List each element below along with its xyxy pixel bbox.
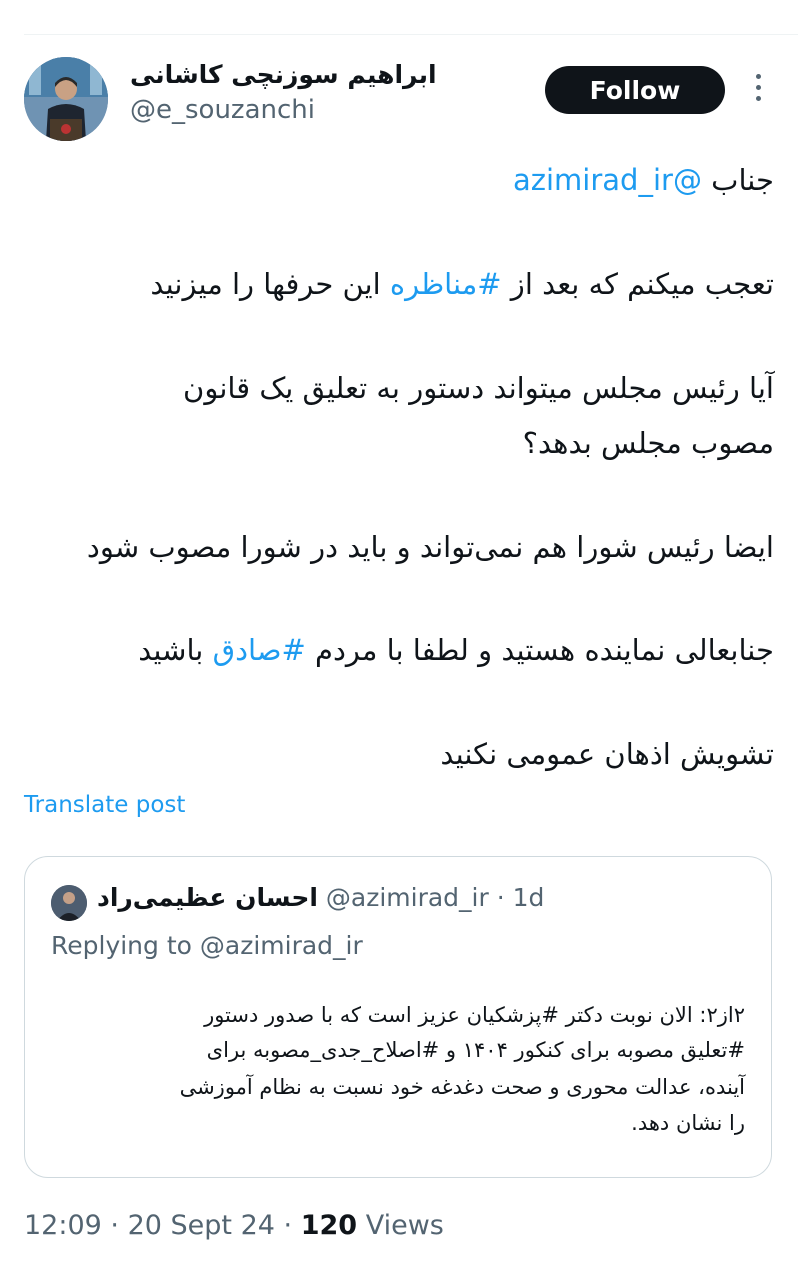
quoted-text-line-3: آینده، عدالت محوری و صحت دغدغه خود نسبت … bbox=[179, 1075, 745, 1099]
author-handle[interactable]: @e_souzanchi bbox=[130, 92, 437, 128]
mention-link[interactable]: @azimirad_ir bbox=[513, 163, 702, 197]
separator-dot: · bbox=[496, 883, 505, 912]
tweet-line-4: مصوب مجلس بدهد؟ bbox=[522, 426, 774, 460]
hashtag-link[interactable]: #صادق bbox=[213, 633, 306, 667]
author-name-block: ابراهیم سوزنچی کاشانی @e_souzanchi bbox=[130, 58, 437, 128]
tweet-line-2: تعجب میکنم که بعد از #مناظره این حرفها ر… bbox=[150, 264, 774, 304]
quoted-text-line-2: #تعلیق مصوبه برای کنکور ۱۴۰۴ و #اصلاح_جد… bbox=[206, 1038, 745, 1062]
quoted-display-name[interactable]: احسان عظیمی‌راد bbox=[97, 883, 318, 912]
tweet-text: تعجب میکنم که بعد از bbox=[501, 267, 774, 301]
replying-handle[interactable]: @azimirad_ir bbox=[200, 931, 363, 960]
tweet-line-5: ایضا رئیس شورا هم نمی‌تواند و باید در شو… bbox=[86, 530, 774, 564]
quoted-tweet[interactable]: احسان عظیمی‌راد @azimirad_ir · 1d Replyi… bbox=[24, 856, 772, 1178]
quoted-header: احسان عظیمی‌راد @azimirad_ir · 1d bbox=[97, 883, 544, 912]
tweet-line-3: آیا رئیس مجلس میتواند دستور به تعلیق یک … bbox=[183, 371, 774, 405]
quoted-text-line-1: ۲از۲: الان نوبت دکتر #پزشکیان عزیز است ک… bbox=[204, 1003, 745, 1027]
quoted-time[interactable]: 1d bbox=[513, 883, 545, 912]
tweet-text: باشید bbox=[138, 633, 213, 667]
quoted-handle[interactable]: @azimirad_ir bbox=[326, 883, 489, 912]
quoted-author-avatar[interactable] bbox=[51, 885, 87, 921]
separator-dot: · bbox=[110, 1210, 119, 1241]
post-time[interactable]: 12:09 bbox=[24, 1210, 102, 1241]
replying-to: Replying to @azimirad_ir bbox=[51, 931, 363, 960]
tweet-line-6: جنابعالی نماینده هستید و لطفا با مردم #ص… bbox=[138, 630, 774, 670]
separator-dot: · bbox=[283, 1210, 293, 1241]
author-avatar[interactable] bbox=[24, 57, 108, 141]
author-display-name[interactable]: ابراهیم سوزنچی کاشانی bbox=[130, 58, 437, 92]
tweet-line-1: جناب @azimirad_ir bbox=[513, 160, 774, 200]
replying-label: Replying to bbox=[51, 931, 200, 960]
views-label: Views bbox=[365, 1210, 444, 1241]
translate-post-link[interactable]: Translate post bbox=[24, 792, 185, 818]
tweet-meta: 12:09 · 20 Sept 24 · 120 Views bbox=[24, 1210, 444, 1241]
quoted-text-line-4: را نشان دهد. bbox=[631, 1111, 745, 1135]
top-divider bbox=[24, 34, 798, 35]
views-count: 120 bbox=[300, 1210, 358, 1241]
tweet-text: جنابعالی نماینده هستید و لطفا با مردم bbox=[305, 633, 774, 667]
tweet-text: این حرفها را میزنید bbox=[150, 267, 390, 301]
tweet-line-7: تشویش اذهان عمومی نکنید bbox=[440, 737, 774, 771]
more-options-icon[interactable] bbox=[748, 74, 768, 108]
follow-button[interactable]: Follow bbox=[545, 66, 725, 114]
hashtag-link[interactable]: #مناظره bbox=[390, 267, 502, 301]
post-date[interactable]: 20 Sept 24 bbox=[128, 1210, 275, 1241]
tweet-text: جناب bbox=[701, 163, 774, 197]
